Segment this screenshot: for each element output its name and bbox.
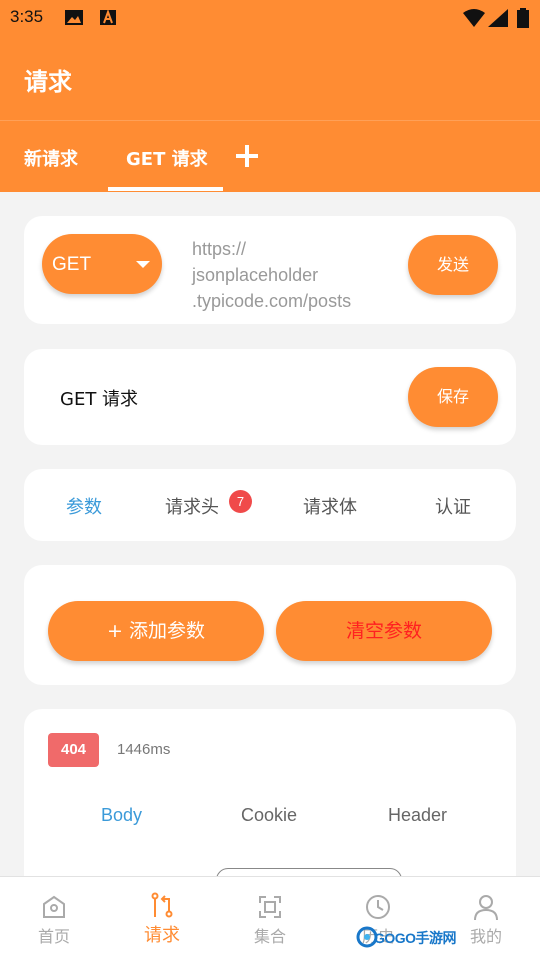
url-line: .typicode.com/posts [192,291,352,311]
tab-response-header[interactable]: Header [388,805,447,826]
tab-params[interactable]: 参数 [66,493,102,519]
section-tabs: 参数 请求头 7 请求体 认证 [24,469,516,541]
request-name-field[interactable]: GET 请求 [60,385,138,411]
request-tab-bar: 新请求 GET 请求 [0,120,540,192]
status-time: 3:35 [10,7,44,26]
nav-item-collection[interactable]: 集合 [216,877,324,960]
save-button[interactable]: 保存 [408,367,498,427]
response-time: 1446ms [117,741,171,758]
status-bar: 3:35 [0,0,540,36]
url-line: jsonplaceholder [192,265,319,285]
clear-params-button[interactable]: 清空参数 [276,601,492,661]
tab-get-request[interactable]: GET 请求 [126,145,208,171]
request-icon [151,892,173,918]
tab-auth[interactable]: 认证 [435,493,471,519]
params-card: + 添加参数 清空参数 [24,565,516,685]
send-button[interactable]: 发送 [408,235,498,295]
user-icon [474,895,498,921]
tab-new-request[interactable]: 新请求 [24,145,78,171]
tab-response-cookie[interactable]: Cookie [241,805,297,826]
url-input[interactable]: https:// jsonplaceholder .typicode.com/p… [192,236,392,314]
nav-label: 首页 [37,927,70,946]
battery-icon [517,8,529,28]
url-line: https:// [192,239,247,259]
url-card: GET https:// jsonplaceholder .typicode.c… [24,216,516,324]
tab-response-body[interactable]: Body [101,805,142,826]
history-icon [366,895,390,919]
tab-body[interactable]: 请求体 [303,493,357,519]
image-icon [65,10,83,25]
signal-icon [488,9,508,27]
method-label: GET [52,254,92,275]
plus-icon[interactable] [234,143,260,169]
nav-label: 集合 [253,927,286,946]
status-badge: 404 [48,733,99,767]
collection-icon [259,896,281,918]
home-icon [43,895,65,918]
active-tab-indicator [108,187,223,191]
page-title: 请求 [24,68,72,96]
wifi-icon [463,9,485,27]
add-param-button[interactable]: + 添加参数 [48,601,264,661]
tab-headers[interactable]: 请求头 [165,493,219,519]
nav-item-request[interactable]: 请求 [108,877,216,960]
chevron-down-icon [136,261,150,268]
app-bar: 请求 [0,36,540,120]
watermark-logo: GOGO手游网 [356,926,464,948]
text-a-icon [100,10,116,25]
watermark-text: GOGO手游网 [374,930,457,946]
nav-label: 请求 [144,925,180,946]
method-select[interactable]: GET [42,234,162,294]
nav-item-home[interactable]: 首页 [0,877,108,960]
headers-count-badge: 7 [229,490,252,513]
request-name-card: GET 请求 保存 [24,349,516,445]
